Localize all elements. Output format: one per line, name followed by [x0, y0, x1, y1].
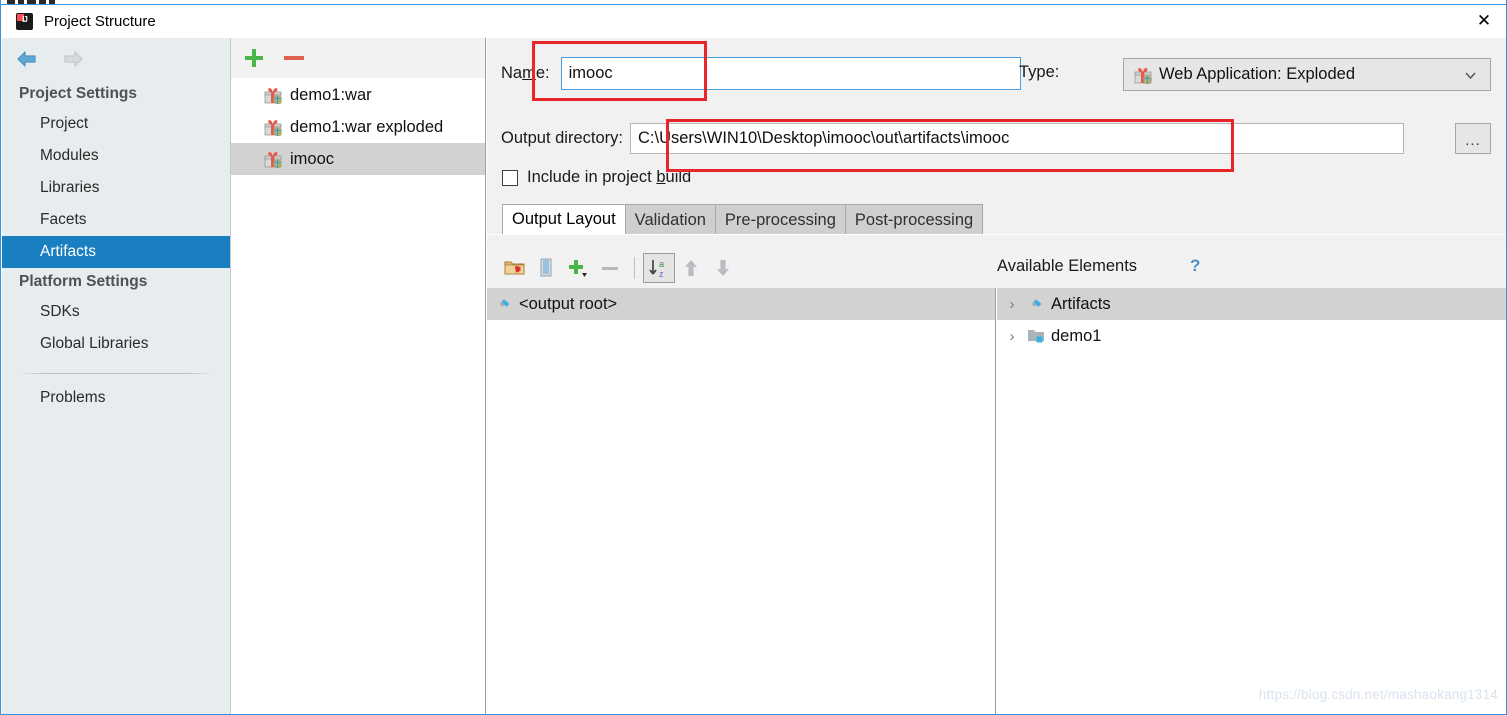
list-item[interactable]: imooc	[231, 143, 485, 175]
watermark: https://blog.csdn.net/mashaokang1314	[1258, 687, 1498, 702]
tree-row[interactable]: › Artifacts	[997, 288, 1506, 320]
sidebar-item-libraries[interactable]: Libraries	[2, 172, 230, 204]
page-title: Project Structure	[44, 13, 156, 30]
intellij-idea-logo-icon	[16, 13, 33, 30]
tree-row-label: Artifacts	[1051, 294, 1111, 313]
name-label: Name:	[501, 64, 550, 82]
output-directory-row: Output directory: C:\Users\WIN10\Desktop…	[501, 123, 1404, 154]
tab-pre-processing[interactable]: Pre-processing	[714, 204, 846, 235]
sidebar-item-artifacts[interactable]: Artifacts	[2, 236, 230, 268]
tab-validation[interactable]: Validation	[624, 204, 716, 235]
svg-text:z: z	[659, 269, 664, 279]
artifact-gift-icon	[1133, 65, 1153, 85]
available-elements-tree: › Artifacts › demo1	[997, 288, 1506, 714]
sidebar-group-project-settings: Project Settings	[19, 85, 137, 102]
project-structure-dialog: Project Structure ✕ Project Settings Pro…	[0, 0, 1507, 715]
forward-arrow-icon	[58, 48, 86, 70]
output-layout-tree: <output root>	[487, 288, 996, 714]
tree-row[interactable]: › demo1	[997, 320, 1506, 352]
sidebar-item-project[interactable]: Project	[2, 108, 230, 140]
tab-output-layout[interactable]: Output Layout	[502, 204, 626, 235]
move-up-icon	[675, 253, 707, 283]
output-root-diamond-icon	[495, 295, 513, 313]
artifact-detail-panel: Name: imooc Type: Web Application: Explo…	[487, 38, 1506, 714]
navigation-arrows	[2, 38, 230, 80]
artifact-gift-icon	[263, 149, 283, 169]
settings-sidebar: Project Settings Project Modules Librari…	[2, 38, 231, 714]
include-in-project-build-label: Include in project build	[527, 168, 692, 186]
add-artifact-button[interactable]	[244, 48, 264, 68]
chevron-right-icon[interactable]: ›	[997, 296, 1027, 313]
remove-artifact-button[interactable]	[284, 48, 304, 68]
title-bar: Project Structure ✕	[2, 5, 1506, 38]
artifact-gift-icon	[263, 85, 283, 105]
help-question-icon[interactable]: ?	[1190, 256, 1200, 276]
artifact-type-dropdown[interactable]: Web Application: Exploded	[1123, 58, 1491, 91]
output-directory-label: Output directory:	[501, 129, 623, 147]
output-layout-toolbar: a z Available Elements ?	[487, 247, 1506, 288]
remove-icon	[594, 253, 626, 283]
list-item-label: demo1:war exploded	[290, 117, 444, 136]
sidebar-item-problems[interactable]: Problems	[2, 374, 230, 414]
tree-row[interactable]: <output root>	[487, 288, 995, 320]
list-item-label: imooc	[290, 149, 335, 168]
tree-row-label: demo1	[1051, 326, 1102, 345]
sidebar-item-sdks[interactable]: SDKs	[2, 296, 230, 328]
sort-alphabetically-icon[interactable]: a z	[643, 252, 675, 283]
create-archive-icon[interactable]	[530, 253, 562, 283]
list-item[interactable]: demo1:war exploded	[231, 111, 485, 143]
type-label: Type:	[1019, 63, 1060, 81]
artifact-list-panel: demo1:war demo1:war exploded imooc	[231, 38, 486, 714]
module-folder-icon	[1027, 327, 1046, 345]
chevron-down-icon	[1464, 68, 1477, 81]
sidebar-item-global-libraries[interactable]: Global Libraries	[2, 328, 230, 360]
create-directory-icon[interactable]	[498, 253, 530, 283]
artifact-type-value: Web Application: Exploded	[1159, 65, 1355, 83]
include-in-project-build-row[interactable]: Include in project build	[502, 168, 691, 187]
sidebar-item-facets[interactable]: Facets	[2, 204, 230, 236]
name-input[interactable]: imooc	[560, 57, 1021, 90]
output-directory-input[interactable]: C:\Users\WIN10\Desktop\imooc\out\artifac…	[629, 123, 1404, 154]
browse-output-directory-button[interactable]: ...	[1455, 123, 1491, 154]
list-item[interactable]: demo1:war	[231, 79, 485, 111]
layout-trees: <output root> › Artifacts › demo1	[487, 288, 1506, 714]
artifact-gift-icon	[263, 117, 283, 137]
chevron-right-icon[interactable]: ›	[997, 328, 1027, 345]
sidebar-group-platform-settings: Platform Settings	[19, 273, 148, 290]
include-in-project-build-checkbox[interactable]	[502, 169, 518, 186]
move-down-icon	[707, 253, 739, 283]
toolbar-divider	[634, 256, 635, 279]
list-item-label: demo1:war	[290, 85, 372, 104]
artifacts-diamond-icon	[1027, 295, 1045, 313]
tree-row-label: <output root>	[519, 294, 618, 313]
tabs-underline	[487, 234, 1506, 235]
add-copy-of-icon[interactable]	[562, 253, 594, 283]
available-elements-header: Available Elements	[997, 257, 1138, 275]
back-arrow-icon[interactable]	[14, 48, 42, 70]
sidebar-item-modules[interactable]: Modules	[2, 140, 230, 172]
close-icon[interactable]: ✕	[1461, 5, 1506, 37]
svg-text:a: a	[659, 259, 664, 269]
artifact-list-toolbar	[231, 38, 485, 79]
tab-post-processing[interactable]: Post-processing	[844, 204, 984, 235]
detail-tabs: Output Layout Validation Pre-processing …	[502, 204, 984, 235]
